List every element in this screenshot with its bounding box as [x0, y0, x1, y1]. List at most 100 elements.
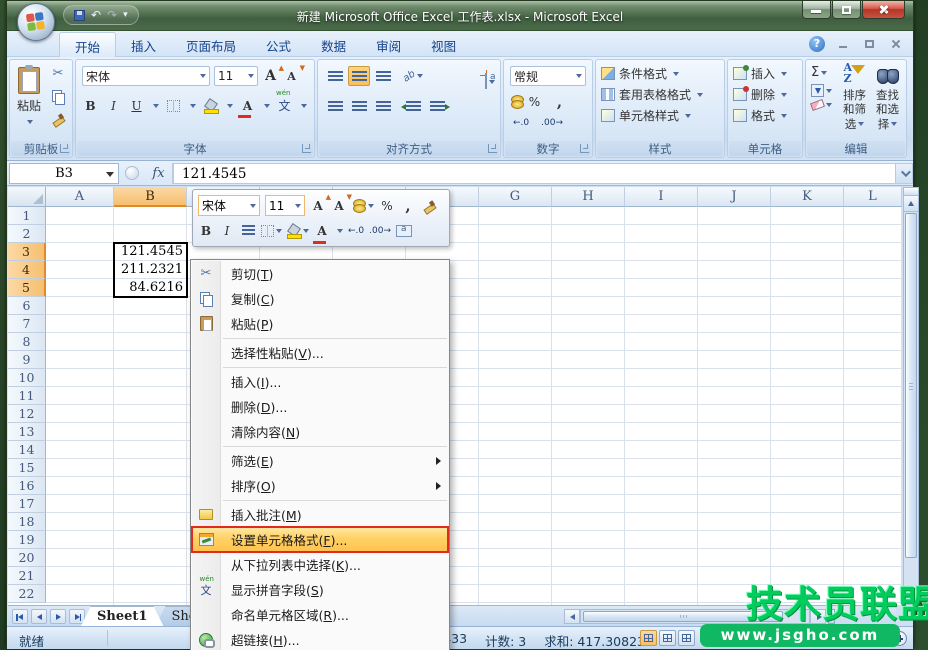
copy-button[interactable] [48, 87, 68, 105]
borders-button[interactable] [165, 96, 182, 115]
row-header-17[interactable]: 17 [8, 495, 46, 513]
row-header-13[interactable]: 13 [8, 423, 46, 441]
paste-button[interactable]: 粘贴 [14, 64, 44, 140]
menu-item-设置单元格格式[interactable]: 设置单元格格式(F)... [191, 527, 449, 552]
vscroll-split-handle[interactable] [904, 188, 918, 196]
align-left-button[interactable] [324, 96, 346, 116]
menu-item-插入批注[interactable]: 插入批注(M) [191, 502, 449, 527]
column-header-K[interactable]: K [771, 187, 844, 207]
format-as-table-button[interactable]: 套用表格格式 [601, 86, 703, 103]
row-header-10[interactable]: 10 [8, 369, 46, 387]
select-all-corner[interactable] [8, 187, 46, 207]
mini-shrink-font-button[interactable]: A▼ [331, 196, 347, 216]
clear-button[interactable] [811, 101, 832, 109]
cell-styles-button[interactable]: 单元格样式 [601, 107, 703, 124]
menu-item-插入[interactable]: 插入(I)... [191, 369, 449, 394]
normal-view-button[interactable] [640, 630, 657, 646]
decrease-indent-button[interactable] [402, 96, 424, 116]
number-format-combo[interactable]: 常规 [510, 66, 586, 86]
row-header-6[interactable]: 6 [8, 297, 46, 315]
vscroll-thumb[interactable] [905, 213, 917, 558]
phonetic-button[interactable]: wén文 [276, 96, 293, 115]
find-select-button[interactable]: 查找和选择 [871, 63, 904, 131]
mini-center-button[interactable] [240, 221, 256, 241]
row-header-14[interactable]: 14 [8, 441, 46, 459]
row-header-19[interactable]: 19 [8, 531, 46, 549]
insert-function-icon[interactable]: fx [145, 163, 173, 184]
font-size-combo[interactable]: 11 [214, 66, 258, 86]
sort-filter-button[interactable]: AZ 排序和筛选 [838, 63, 871, 131]
restore-button[interactable] [832, 1, 861, 19]
increase-decimal-button[interactable]: ←.0 [510, 116, 532, 130]
mini-format-painter-button[interactable] [421, 196, 437, 216]
first-sheet-icon[interactable] [12, 609, 28, 624]
tab-页面布局[interactable]: 页面布局 [171, 31, 251, 57]
menu-item-排序[interactable]: 排序(O) [191, 473, 449, 498]
mini-bold-button[interactable]: B [198, 221, 214, 241]
close-button[interactable] [862, 1, 905, 19]
mini-font-color-button[interactable]: A [314, 221, 330, 241]
percent-style-button[interactable]: % [526, 92, 543, 111]
page-break-view-button[interactable] [678, 630, 695, 646]
mini-fill-color-button[interactable] [287, 221, 309, 241]
align-center-button[interactable] [348, 96, 370, 116]
alignment-dialog-launcher-icon[interactable] [488, 144, 497, 153]
tab-审阅[interactable]: 审阅 [361, 31, 416, 57]
row-header-16[interactable]: 16 [8, 477, 46, 495]
font-color-button[interactable]: A [239, 96, 256, 115]
row-header-5[interactable]: 5 [8, 279, 46, 297]
mini-percent-button[interactable]: % [379, 196, 395, 216]
row-header-15[interactable]: 15 [8, 459, 46, 477]
formula-input[interactable]: 121.4545 [173, 163, 895, 184]
menu-item-粘贴[interactable]: 粘贴(P) [191, 311, 449, 336]
menu-item-从下拉列表中选择[interactable]: 从下拉列表中选择(K)... [191, 552, 449, 577]
font-dialog-launcher-icon[interactable] [302, 144, 311, 153]
mini-merge-button[interactable] [396, 221, 412, 241]
menu-item-删除[interactable]: 删除(D)... [191, 394, 449, 419]
formula-bar-expand-icon[interactable] [895, 163, 913, 184]
menu-item-剪切[interactable]: ✂剪切(T) [191, 261, 449, 286]
shrink-font-button[interactable]: A▼ [283, 67, 300, 86]
last-sheet-icon[interactable] [69, 609, 85, 624]
tab-视图[interactable]: 视图 [416, 31, 471, 57]
column-header-B[interactable]: B [114, 187, 187, 207]
menu-item-复制[interactable]: 复制(C) [191, 286, 449, 311]
name-box[interactable]: B3 [9, 163, 119, 184]
mini-comma-button[interactable]: , [400, 196, 416, 216]
merge-center-button[interactable] [485, 74, 495, 88]
office-button[interactable] [17, 3, 55, 41]
cell-grid[interactable]: 121.4545211.232184.6216 [46, 207, 902, 605]
sheet-tab-Sheet1[interactable]: Sheet1 [81, 606, 163, 626]
bold-button[interactable]: B [82, 96, 99, 115]
cut-button[interactable]: ✂ [48, 64, 68, 82]
minimize-button[interactable] [802, 1, 831, 19]
align-middle-button[interactable] [348, 66, 370, 86]
tab-插入[interactable]: 插入 [116, 31, 171, 57]
workbook-restore-icon[interactable] [863, 38, 877, 50]
menu-item-选择性粘贴[interactable]: 选择性粘贴(V)... [191, 340, 449, 365]
accounting-format-button[interactable] [510, 95, 518, 109]
menu-item-清除内容[interactable]: 清除内容(N) [191, 419, 449, 444]
row-header-21[interactable]: 21 [8, 567, 46, 585]
scroll-left-icon[interactable] [564, 609, 580, 624]
align-top-button[interactable] [324, 66, 346, 86]
comma-style-button[interactable]: , [551, 92, 568, 111]
column-header-G[interactable]: G [479, 187, 552, 207]
workbook-minimize-icon[interactable] [837, 38, 851, 50]
tab-公式[interactable]: 公式 [251, 31, 306, 57]
mini-decrease-decimal-button[interactable]: .00→ [369, 221, 391, 241]
underline-button[interactable]: U [128, 96, 145, 115]
column-header-H[interactable]: H [552, 187, 625, 207]
column-header-A[interactable]: A [46, 187, 114, 207]
page-layout-view-button[interactable] [659, 630, 676, 646]
grow-font-button[interactable]: A▲ [262, 67, 279, 86]
menu-item-命名单元格区域[interactable]: 命名单元格区域(R)... [191, 602, 449, 627]
row-header-11[interactable]: 11 [8, 387, 46, 405]
fill-color-button[interactable] [202, 96, 219, 115]
align-bottom-button[interactable] [372, 66, 394, 86]
row-header-7[interactable]: 7 [8, 315, 46, 333]
row-header-22[interactable]: 22 [8, 585, 46, 603]
mini-accounting-button[interactable] [352, 196, 374, 216]
decrease-decimal-button[interactable]: .00→ [538, 116, 566, 130]
clipboard-dialog-launcher-icon[interactable] [60, 144, 69, 153]
